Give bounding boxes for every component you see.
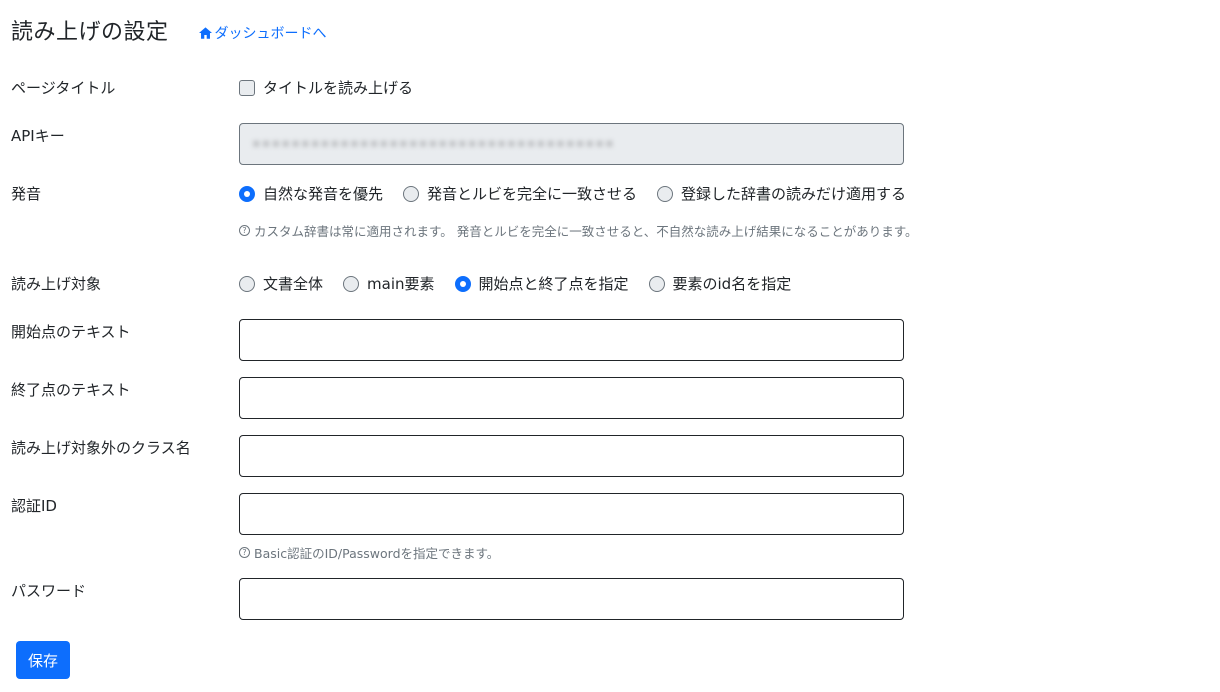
dashboard-link-label: ダッシュボードへ <box>214 26 327 42</box>
page-title: 読み上げの設定 <box>11 20 169 45</box>
target-option-label: 文書全体 <box>263 275 324 293</box>
end-text-input[interactable] <box>239 377 904 419</box>
target-option-whole-document[interactable]: 文書全体 <box>239 273 323 294</box>
help-icon: ? <box>239 547 250 558</box>
help-icon: ? <box>239 225 250 236</box>
api-key-input[interactable]: ▪▪▪▪▪▪▪▪▪▪▪▪▪▪▪▪▪▪▪▪▪▪▪▪▪▪▪▪▪▪▪▪▪▪▪▪▪ <box>239 123 904 165</box>
target-option-start-end[interactable]: 開始点と終了点を指定 <box>454 273 629 294</box>
end-text-label: 終了点のテキスト <box>11 381 131 399</box>
auth-help: ? Basic認証のID/Passwordを指定できます。 <box>239 543 499 562</box>
pronunciation-help-text: カスタム辞書は常に適用されます。 発音とルビを完全に一致させると、不自然な読み上… <box>254 224 918 239</box>
checkbox-box[interactable] <box>239 79 255 96</box>
api-key-label: APIキー <box>11 127 65 145</box>
reading-target-radio-group: 文書全体 main要素 開始点と終了点を指定 要素のid名を指定 <box>239 273 811 294</box>
page-title-setting-label: ページタイトル <box>11 79 116 97</box>
radio-unselected[interactable] <box>239 275 255 292</box>
exclude-class-input[interactable] <box>239 435 904 477</box>
auth-id-input[interactable] <box>239 493 904 535</box>
target-option-label: 開始点と終了点を指定 <box>478 275 629 293</box>
pronunciation-radio-group: 自然な発音を優先 発音とルビを完全に一致させる 登録した辞書の読みだけ適用する <box>239 183 926 204</box>
radio-selected[interactable] <box>454 275 471 292</box>
start-text-label: 開始点のテキスト <box>11 323 131 341</box>
target-option-element-id[interactable]: 要素のid名を指定 <box>648 273 792 294</box>
radio-selected[interactable] <box>239 185 255 202</box>
read-title-checkbox[interactable]: タイトルを読み上げる <box>239 77 413 98</box>
pronunciation-option-dictionary-only[interactable]: 登録した辞書の読みだけ適用する <box>657 183 906 204</box>
password-label: パスワード <box>11 582 87 600</box>
radio-unselected[interactable] <box>343 275 360 292</box>
target-option-label: main要素 <box>367 275 435 293</box>
radio-unselected[interactable] <box>403 185 420 202</box>
auth-id-label: 認証ID <box>11 497 57 515</box>
pronunciation-option-label: 登録した辞書の読みだけ適用する <box>681 185 907 203</box>
reading-target-label: 読み上げ対象 <box>11 275 102 293</box>
auth-help-text: Basic認証のID/Passwordを指定できます。 <box>254 546 500 561</box>
radio-unselected[interactable] <box>648 275 665 292</box>
pronunciation-option-natural[interactable]: 自然な発音を優先 <box>239 183 383 204</box>
start-text-input[interactable] <box>239 319 904 361</box>
pronunciation-option-label: 発音とルビを完全に一致させる <box>427 185 638 203</box>
pronunciation-help: ? カスタム辞書は常に適用されます。 発音とルビを完全に一致させると、不自然な読… <box>239 221 917 240</box>
pronunciation-label: 発音 <box>11 185 42 203</box>
target-option-label: 要素のid名を指定 <box>672 275 792 293</box>
save-button[interactable]: 保存 <box>16 641 70 679</box>
target-option-main-element[interactable]: main要素 <box>343 273 435 294</box>
pronunciation-option-match-ruby[interactable]: 発音とルビを完全に一致させる <box>403 183 637 204</box>
password-input[interactable] <box>239 578 904 620</box>
header: 読み上げの設定 ダッシュボードへ <box>11 14 327 46</box>
api-key-masked-value: ▪▪▪▪▪▪▪▪▪▪▪▪▪▪▪▪▪▪▪▪▪▪▪▪▪▪▪▪▪▪▪▪▪▪▪▪▪ <box>252 136 615 151</box>
read-title-checkbox-label: タイトルを読み上げる <box>263 79 414 97</box>
pronunciation-option-label: 自然な発音を優先 <box>263 185 384 203</box>
radio-unselected[interactable] <box>657 185 674 202</box>
dashboard-link[interactable]: ダッシュボードへ <box>198 23 327 43</box>
exclude-class-label: 読み上げ対象外のクラス名 <box>11 439 191 457</box>
home-icon <box>198 27 212 39</box>
